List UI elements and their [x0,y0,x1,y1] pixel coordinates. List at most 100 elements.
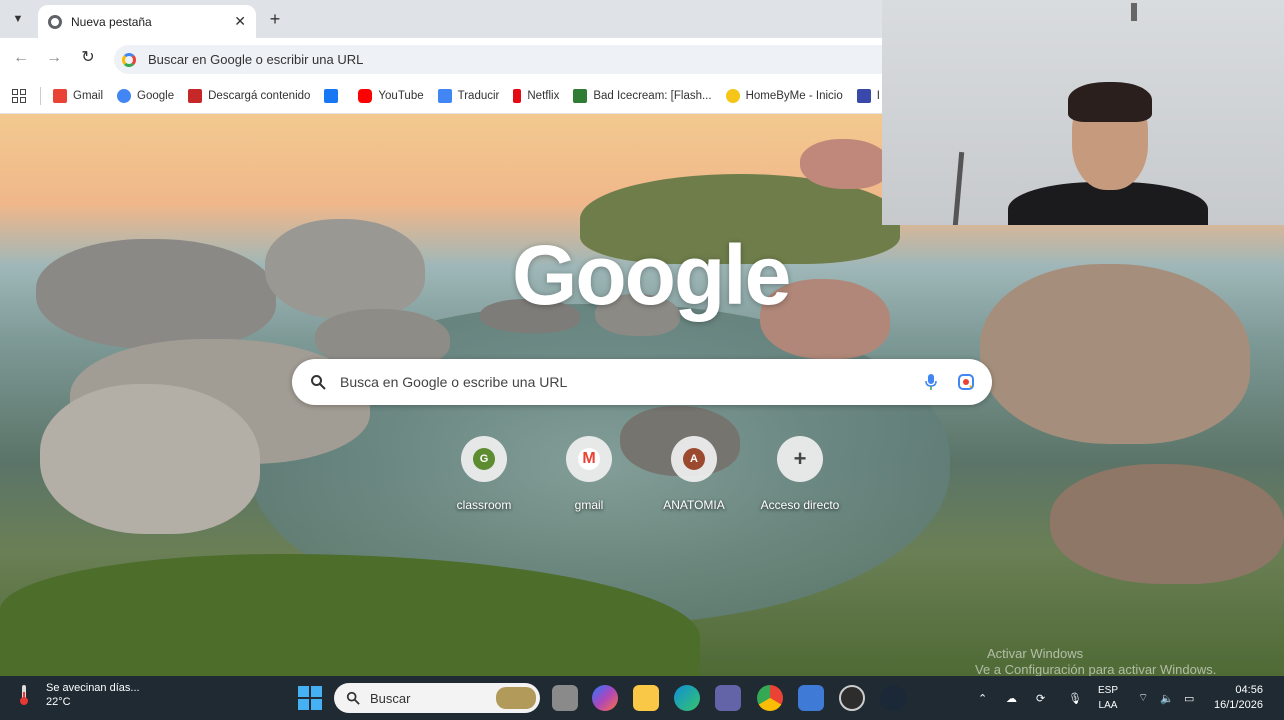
windows-start-icon[interactable] [298,686,322,710]
facebook-icon [324,88,339,103]
anatomia-favicon-icon: A [683,448,705,470]
shortcut-circle: + [777,436,823,482]
bookmark-google[interactable]: Google [117,88,174,103]
bookmark-gmail[interactable]: Gmail [53,88,103,103]
tab-title: Nueva pestaña [71,14,152,29]
bookmark-traducir[interactable]: Traducir [437,88,499,103]
bookmark-youtube[interactable]: YouTube [358,88,424,103]
chrome-favicon-icon [48,14,62,29]
search-box-placeholder: Busca en Google o escribe una URL [340,374,568,390]
search-highlight-image [496,687,536,709]
bookmark-netflix[interactable]: Netflix [513,88,559,103]
windows-activation-watermark: Activar Windows Ve a Configuración para … [975,646,1216,678]
back-arrow-icon[interactable]: ← [10,48,32,70]
onedrive-cloud-icon[interactable]: ☁ [1006,676,1017,720]
bookmark-bad-icecream[interactable]: Bad Icecream: [Flash... [573,88,712,103]
shortcut-gmail[interactable]: M gmail [541,436,637,512]
keyboard-layout: LAA [1098,700,1118,711]
chrome-icon[interactable] [757,685,783,711]
file-explorer-icon[interactable] [633,685,659,711]
search-icon [311,375,326,390]
taskbar-search-placeholder: Buscar [370,690,411,706]
copilot-icon[interactable] [592,685,618,711]
download-site-icon [188,88,203,103]
apps-grid-icon[interactable] [12,88,26,103]
youtube-icon [358,88,373,103]
address-bar[interactable]: Buscar en Google o escribir una URL [114,45,994,74]
site-icon [856,88,871,103]
classroom-favicon-icon: G [473,448,495,470]
steam-icon[interactable] [880,685,906,711]
webcam-overlay [882,0,1284,225]
gmail-favicon-icon: M [578,448,600,470]
battery-icon[interactable]: ▭ [1184,676,1194,720]
wall-hook [1131,3,1137,21]
language-indicator[interactable]: ESP LAA [1098,683,1118,713]
language-code: ESP [1098,685,1119,696]
taskbar-search-box[interactable]: Buscar [334,683,540,713]
tab-new-tab[interactable]: Nueva pestaña ✕ [38,5,256,38]
voice-search-mic-icon[interactable] [924,374,938,390]
netflix-icon [513,88,522,103]
rock [40,384,260,534]
sync-icon[interactable]: ⟳ [1036,676,1045,720]
weather-temperature: 22°C [46,696,71,708]
google-logo: Google [512,228,791,322]
teams-icon[interactable] [715,685,741,711]
shortcut-circle: M [566,436,612,482]
shortcut-label: gmail [574,498,604,512]
person-hair [1068,82,1152,122]
shortcut-circle: A [671,436,717,482]
shortcut-label: Acceso directo [760,498,840,512]
bookmark-homebyme[interactable]: HomeByMe - Inicio [725,88,843,103]
clock-date: 16/1/2026 [1214,699,1263,711]
reload-icon[interactable]: ↻ [77,48,99,70]
bookmark-facebook[interactable] [324,88,344,103]
forward-arrow-icon[interactable]: → [43,48,65,70]
edge-icon[interactable] [674,685,700,711]
bookmark-descarga[interactable]: Descargá contenido [188,88,310,103]
bookmarks-divider [40,86,41,105]
app-icon[interactable] [839,685,865,711]
clock-time: 04:56 [1235,684,1263,696]
google-lens-icon[interactable] [958,374,974,390]
microsoft-store-icon[interactable] [798,685,824,711]
google-g-icon [122,52,136,67]
thermometer-icon [20,685,28,705]
google-icon [117,88,132,103]
microphone-icon[interactable]: 🎙 [1068,676,1082,720]
rock [265,219,425,319]
windows-taskbar: Se avecinan días... 22°C Buscar ⌃ ☁ ⟳ 🎙 … [0,676,1284,720]
wifi-icon[interactable]: ⌔ [1138,676,1148,720]
volume-icon[interactable]: 🔈 [1160,676,1174,720]
shortcut-add[interactable]: + Acceso directo [752,436,848,512]
rock [980,264,1250,444]
bookmark-site[interactable]: I [856,88,880,103]
newtab-search-box[interactable]: Busca en Google o escribe una URL [292,359,992,405]
plus-icon: + [793,446,807,471]
watermark-line-1: Activar Windows [987,646,1084,661]
background-pole [952,151,965,225]
tab-search-chevron-icon[interactable]: ▼ [6,8,30,30]
address-bar-placeholder: Buscar en Google o escribir una URL [148,52,364,67]
shortcut-label: ANATOMIA [663,498,725,512]
shortcut-classroom[interactable]: G classroom [436,436,532,512]
new-tab-button[interactable]: + [264,9,286,31]
search-icon [346,691,360,705]
weather-headline: Se avecinan días... [46,682,140,694]
system-clock[interactable]: 04:56 16/1/2026 [1214,683,1263,713]
translate-icon [437,88,452,103]
game-icon [573,88,588,103]
shortcut-circle: G [461,436,507,482]
close-tab-icon[interactable]: ✕ [234,13,246,30]
weather-widget[interactable]: Se avecinan días... 22°C [18,682,140,708]
tray-chevron-icon[interactable]: ⌃ [978,676,987,720]
shortcut-label: classroom [456,498,512,512]
task-view-icon[interactable] [552,685,578,711]
homebyme-icon [725,88,740,103]
shortcut-anatomia[interactable]: A ANATOMIA [646,436,742,512]
rock [800,139,890,189]
gmail-icon [53,88,67,103]
rock [36,239,276,349]
rock [1050,464,1284,584]
